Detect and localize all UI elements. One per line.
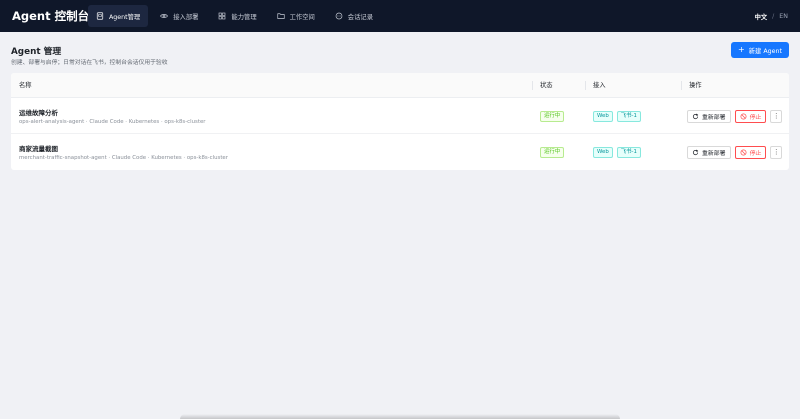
- agent-icon: [96, 12, 104, 20]
- stop-label: 停止: [749, 150, 762, 157]
- main-nav: Agent管理 接入部署 能力管理 工作空间 会话记录: [88, 5, 385, 27]
- access-cell: Web 飞书-1: [593, 134, 645, 170]
- grid-icon: [218, 12, 226, 20]
- language-switcher: 中文 / EN: [755, 12, 788, 21]
- nav-item-label: 会话记录: [347, 13, 373, 21]
- folder-icon: [277, 12, 285, 20]
- channel-tag-feishu: 飞书-1: [616, 146, 641, 158]
- eye-icon: [160, 12, 169, 20]
- lang-separator: /: [772, 12, 775, 20]
- channel-tag-web: Web: [593, 146, 613, 158]
- stop-button[interactable]: 停止: [734, 145, 767, 159]
- new-agent-button[interactable]: + 新建 Agent: [731, 42, 789, 58]
- nav-item-label: 能力管理: [231, 13, 257, 21]
- nav-item-label: 工作空间: [289, 13, 315, 21]
- column-header-name: 名称: [19, 82, 32, 89]
- stop-button[interactable]: 停止: [734, 109, 767, 123]
- more-options-icon[interactable]: ⋮: [770, 109, 783, 123]
- more-options-icon[interactable]: ⋮: [770, 145, 783, 159]
- refresh-icon: [692, 113, 699, 120]
- agent-name[interactable]: 运维故障分析: [19, 107, 58, 117]
- actions-cell: 重新部署 停止 ⋮: [687, 98, 783, 134]
- window-shadow: [180, 414, 620, 419]
- page-header: Agent 管理 创建、部署与启停；日常对话在飞书，控制台会话仅用于验收 + 新…: [11, 42, 789, 72]
- table-row[interactable]: 商家流量截图 merchant-traffic-snapshot-agent ·…: [11, 134, 789, 170]
- top-navbar: Agent 控制台 Agent管理 接入部署 能力管理 工作空间 会话记录 中文…: [0, 0, 800, 32]
- nav-item-session-records[interactable]: 会话记录: [327, 5, 381, 27]
- channel-tag-web: Web: [593, 110, 613, 122]
- column-header-access: 接入: [585, 73, 606, 98]
- table-header: 名称 状态 接入 操作: [11, 73, 789, 98]
- stop-icon: [740, 149, 747, 156]
- new-agent-button-label: 新建 Agent: [748, 47, 782, 55]
- column-header-actions: 操作: [681, 73, 702, 98]
- agent-meta: merchant-traffic-snapshot-agent · Claude…: [19, 155, 228, 161]
- status-cell: 运行中: [540, 134, 565, 170]
- stop-icon: [740, 113, 747, 120]
- table-row[interactable]: 运维故障分析 ops-alert-analysis-agent · Claude…: [11, 98, 789, 134]
- agent-table: 名称 状态 接入 操作 运维故障分析 ops-alert-analysis-ag…: [11, 73, 789, 170]
- redeploy-label: 重新部署: [702, 114, 726, 121]
- agent-meta: ops-alert-analysis-agent · Claude Code ·…: [19, 119, 206, 125]
- chat-icon: [335, 12, 343, 20]
- status-badge: 运行中: [540, 110, 565, 122]
- column-header-status: 状态: [532, 73, 553, 98]
- page-subtitle: 创建、部署与启停；日常对话在飞书，控制台会话仅用于验收: [11, 60, 168, 66]
- actions-cell: 重新部署 停止 ⋮: [687, 134, 783, 170]
- lang-option-en[interactable]: EN: [779, 13, 788, 20]
- refresh-icon: [692, 149, 699, 156]
- nav-item-label: Agent管理: [109, 13, 141, 21]
- status-badge: 运行中: [540, 146, 565, 158]
- redeploy-button[interactable]: 重新部署: [687, 145, 731, 159]
- channel-tag-feishu: 飞书-1: [616, 110, 641, 122]
- nav-item-workspace[interactable]: 工作空间: [269, 5, 323, 27]
- agent-name[interactable]: 商家流量截图: [19, 143, 58, 153]
- stop-label: 停止: [749, 114, 762, 121]
- app-brand[interactable]: Agent 控制台: [12, 8, 89, 24]
- nav-item-capability-management[interactable]: 能力管理: [210, 5, 264, 27]
- status-cell: 运行中: [540, 98, 565, 134]
- page-title: Agent 管理: [11, 47, 62, 57]
- nav-item-label: 接入部署: [173, 13, 199, 21]
- nav-item-agent-management[interactable]: Agent管理: [88, 5, 149, 27]
- redeploy-button[interactable]: 重新部署: [687, 109, 731, 123]
- nav-item-access-deploy[interactable]: 接入部署: [152, 5, 206, 27]
- redeploy-label: 重新部署: [702, 150, 726, 157]
- lang-option-zh[interactable]: 中文: [755, 12, 768, 21]
- plus-icon: +: [738, 45, 745, 54]
- access-cell: Web 飞书-1: [593, 98, 645, 134]
